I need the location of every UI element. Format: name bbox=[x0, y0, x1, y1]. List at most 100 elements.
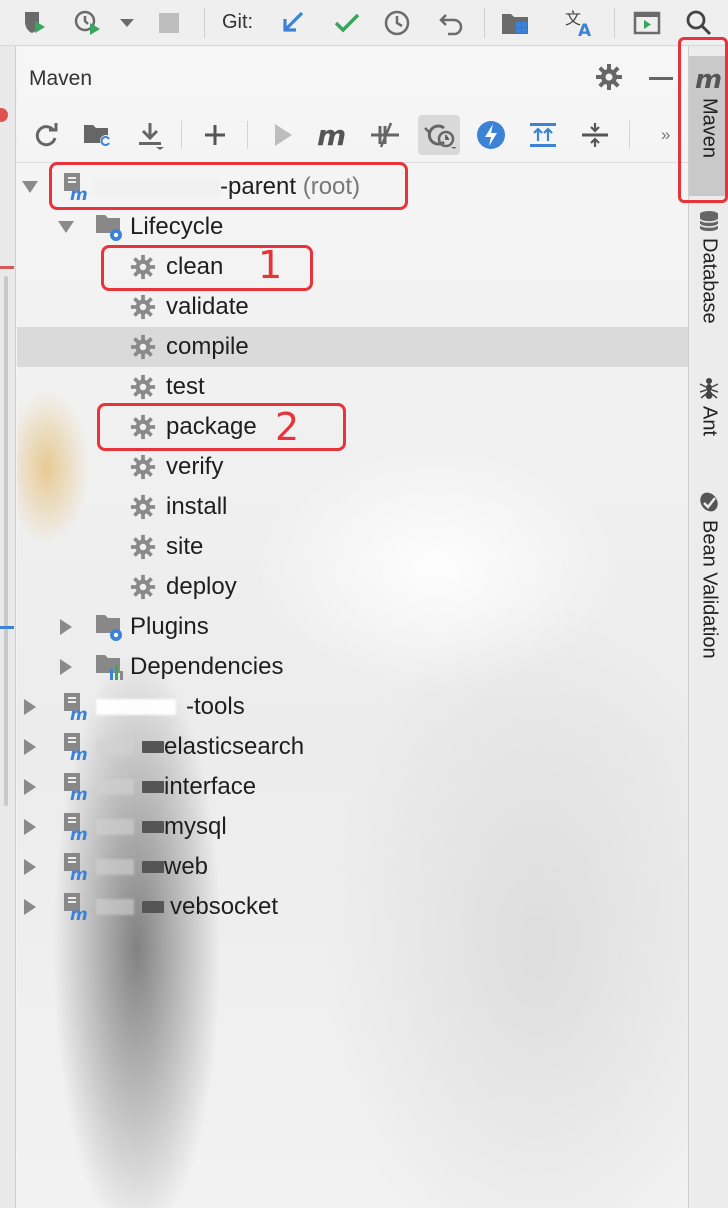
module-name: -tools bbox=[186, 693, 245, 720]
annotation-number-2: 2 bbox=[275, 405, 300, 449]
expand-arrow-icon[interactable] bbox=[24, 899, 36, 915]
git-rollback-button[interactable] bbox=[434, 6, 468, 40]
selection-highlight bbox=[17, 327, 688, 367]
left-gutter bbox=[0, 46, 16, 1208]
tree-row-module[interactable]: m vebsocket bbox=[0, 887, 680, 927]
translate-icon: 文 A bbox=[565, 9, 592, 38]
tool-tab-ant[interactable]: Ant bbox=[689, 376, 728, 456]
tool-tab-label: Bean Validation bbox=[698, 520, 721, 659]
folder-grid-icon bbox=[502, 14, 528, 34]
module-name: web bbox=[164, 853, 209, 880]
panel-title: Maven bbox=[29, 67, 93, 90]
database-icon bbox=[699, 211, 719, 231]
execute-maven-goal-button[interactable]: m bbox=[315, 117, 351, 153]
expand-arrow-icon[interactable] bbox=[58, 221, 74, 233]
toggle-skip-tests-button[interactable] bbox=[418, 115, 460, 155]
tool-tab-database[interactable]: Database bbox=[689, 210, 728, 350]
module-name: elasticsearch bbox=[164, 733, 305, 760]
stop-button[interactable] bbox=[152, 6, 186, 40]
expand-arrow-icon[interactable] bbox=[24, 779, 36, 795]
expand-all-icon bbox=[530, 123, 556, 147]
svg-text:m: m bbox=[317, 121, 346, 149]
download-sources-button[interactable] bbox=[132, 117, 168, 153]
svg-text:A: A bbox=[578, 21, 592, 38]
highlight-box-maven-tab bbox=[678, 37, 728, 203]
dependencies-folder-icon bbox=[94, 651, 126, 690]
phase-label: test bbox=[166, 373, 205, 400]
svg-text:m: m bbox=[70, 865, 88, 881]
run-with-coverage-button[interactable] bbox=[18, 6, 52, 40]
tool-tab-bean-validation[interactable]: Bean Validation bbox=[689, 490, 728, 690]
more-actions-button[interactable]: » bbox=[661, 125, 671, 145]
svg-text:m: m bbox=[70, 705, 88, 721]
svg-text:m: m bbox=[70, 825, 88, 841]
expand-arrow-icon[interactable] bbox=[24, 819, 36, 835]
phase-label: validate bbox=[166, 293, 249, 320]
tree-row-lifecycle[interactable]: Lifecycle bbox=[20, 207, 688, 247]
project-structure-button[interactable] bbox=[498, 6, 532, 40]
maven-module-icon: m bbox=[62, 771, 92, 808]
maven-m-icon: m bbox=[317, 121, 346, 149]
clock-icon bbox=[384, 10, 410, 36]
profile-dropdown-button[interactable] bbox=[110, 6, 144, 40]
expand-arrow-icon[interactable] bbox=[22, 181, 38, 193]
collapse-all-icon bbox=[582, 123, 608, 147]
add-maven-project-button[interactable] bbox=[197, 117, 233, 153]
module-name: interface bbox=[164, 773, 257, 800]
tree-row-module[interactable]: m -tools bbox=[0, 687, 680, 727]
reimport-folders-button[interactable] bbox=[80, 117, 116, 153]
search-everywhere-button[interactable] bbox=[682, 6, 716, 40]
expand-arrow-icon[interactable] bbox=[60, 619, 72, 635]
toolbar-divider bbox=[247, 121, 248, 149]
phase-label: site bbox=[166, 533, 204, 560]
plugins-label: Plugins bbox=[130, 613, 209, 640]
change-marker bbox=[0, 626, 14, 629]
gear-icon bbox=[130, 494, 156, 527]
expand-arrow-icon[interactable] bbox=[24, 739, 36, 755]
toolbar-divider bbox=[204, 8, 205, 38]
play-icon bbox=[275, 124, 292, 146]
error-marker bbox=[0, 266, 14, 269]
phase-label: compile bbox=[166, 333, 249, 360]
reload-projects-button[interactable] bbox=[28, 117, 64, 153]
gear-icon bbox=[130, 294, 156, 327]
show-dependencies-button[interactable] bbox=[473, 117, 509, 153]
redacted-text bbox=[96, 699, 176, 715]
run-maven-build-button[interactable] bbox=[265, 117, 301, 153]
hide-panel-button[interactable] bbox=[649, 77, 673, 80]
gear-icon bbox=[130, 334, 156, 367]
checkmark-icon bbox=[334, 13, 360, 33]
module-name: mysql bbox=[164, 813, 227, 840]
profile-icon bbox=[74, 10, 100, 35]
chevron-down-icon bbox=[120, 19, 134, 27]
git-update-button[interactable] bbox=[276, 6, 310, 40]
redacted-text bbox=[96, 779, 164, 795]
git-history-button[interactable] bbox=[380, 6, 414, 40]
maven-module-icon: m bbox=[62, 691, 92, 728]
collapse-all-button[interactable] bbox=[577, 117, 613, 153]
expand-arrow-icon[interactable] bbox=[60, 659, 72, 675]
toggle-offline-mode-button[interactable] bbox=[367, 117, 403, 153]
skip-tests-icon bbox=[424, 124, 456, 149]
redacted-text bbox=[96, 739, 164, 755]
undo-icon bbox=[439, 14, 463, 36]
highlight-box-package bbox=[97, 403, 346, 451]
arrow-down-left-icon bbox=[283, 11, 304, 32]
redacted-text bbox=[96, 899, 164, 915]
gear-icon bbox=[130, 454, 156, 487]
expand-all-button[interactable] bbox=[525, 117, 561, 153]
presentation-button[interactable] bbox=[630, 6, 664, 40]
tree-row-module[interactable]: m elasticsearch bbox=[0, 727, 680, 767]
panel-settings-button[interactable] bbox=[595, 63, 623, 91]
profile-button[interactable] bbox=[72, 6, 106, 40]
tree-row-module[interactable]: m web bbox=[0, 847, 680, 887]
translate-button[interactable]: 文 A bbox=[562, 6, 596, 40]
git-commit-button[interactable] bbox=[330, 6, 364, 40]
ant-icon bbox=[699, 378, 719, 399]
tree-row-module[interactable]: m mysql bbox=[0, 807, 680, 847]
tree-row-module[interactable]: m interface bbox=[0, 767, 680, 807]
lightning-icon bbox=[477, 121, 505, 149]
redacted-text bbox=[96, 859, 164, 875]
expand-arrow-icon[interactable] bbox=[24, 699, 36, 715]
expand-arrow-icon[interactable] bbox=[24, 859, 36, 875]
